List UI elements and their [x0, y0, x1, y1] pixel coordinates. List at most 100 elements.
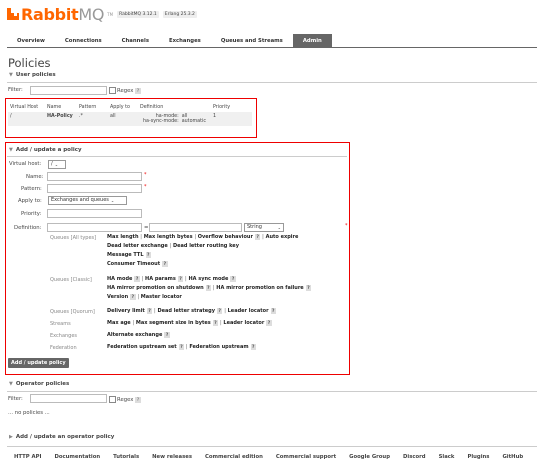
key-federation-upstream-set[interactable]: Federation upstream set [107, 344, 177, 350]
erlang-version: Erlang 25.3.2 [162, 10, 197, 18]
add-policy-header[interactable]: ▼ Add / update a policy [9, 147, 82, 153]
operator-regex-toggle[interactable]: Regex? [109, 396, 141, 403]
apply-to-select[interactable]: Exchanges and queues ⌄ [48, 196, 127, 205]
operator-policies-header[interactable]: ▼ Operator policies [9, 381, 69, 387]
key-overflow-behaviour[interactable]: Overflow behaviour [198, 234, 253, 240]
key-dead-letter-exchange[interactable]: Dead letter exchange [107, 243, 168, 249]
key-dead-letter-routing-key[interactable]: Dead letter routing key [173, 243, 239, 249]
key-version[interactable]: Version [107, 294, 128, 300]
footer-link-discord[interactable]: Discord [403, 454, 426, 460]
key-alternate-exchange[interactable]: Alternate exchange [107, 332, 162, 338]
footer-link-commercial-support[interactable]: Commercial support [276, 454, 336, 460]
help-icon[interactable]: ? [146, 307, 153, 314]
regex-checkbox[interactable] [109, 87, 116, 94]
key-max-length-bytes[interactable]: Max length bytes [144, 234, 193, 240]
key-max-age[interactable]: Max age [107, 320, 131, 326]
footer-link-tutorials[interactable]: Tutorials [113, 454, 139, 460]
help-icon[interactable]: ? [250, 343, 256, 350]
policy-name-input[interactable] [47, 172, 142, 181]
help-icon[interactable]: ? [145, 251, 151, 258]
help-icon[interactable]: ? [205, 284, 212, 291]
key-auto-expire[interactable]: Auto expire [266, 234, 299, 240]
category-streams: Streams [50, 321, 71, 327]
pattern-label: Pattern: [21, 186, 42, 192]
operator-filter-label: Filter: [8, 396, 23, 402]
key-delivery-limit[interactable]: Delivery limit [107, 308, 145, 314]
footer-link-new-releases[interactable]: New releases [152, 454, 192, 460]
key-federation-upstream[interactable]: Federation upstream [189, 344, 248, 350]
key-ha-mirror-promotion-shutdown[interactable]: HA mirror promotion on shutdown [107, 285, 204, 291]
cell-policy-name[interactable]: HA-Policy [45, 112, 77, 126]
help-icon[interactable]: ? [134, 275, 140, 282]
key-master-locator[interactable]: Master locator [141, 294, 182, 300]
help-icon[interactable]: ? [230, 275, 236, 282]
footer-link-http-api[interactable]: HTTP API [14, 454, 41, 460]
help-icon[interactable]: ? [177, 275, 184, 282]
tab-channels[interactable]: Channels [112, 34, 159, 48]
help-icon[interactable]: ? [212, 319, 219, 326]
add-update-policy-button[interactable]: Add / update policy [8, 358, 69, 368]
col-name: Name [47, 105, 62, 110]
key-max-segment-size[interactable]: Max segment size in bytes [136, 320, 211, 326]
help-icon[interactable]: ? [178, 343, 185, 350]
key-ha-mode[interactable]: HA mode [107, 276, 132, 282]
tab-admin[interactable]: Admin [292, 34, 332, 48]
pattern-input[interactable] [47, 184, 142, 193]
footer-link-github[interactable]: GitHub [502, 454, 523, 460]
category-federation: Federation [50, 345, 77, 351]
tab-exchanges[interactable]: Exchanges [159, 34, 211, 48]
help-icon[interactable]: ? [164, 331, 170, 338]
key-ha-sync-mode[interactable]: HA sync mode [188, 276, 228, 282]
regex-checkbox[interactable] [109, 396, 116, 403]
footer-link-commercial-edition[interactable]: Commercial edition [205, 454, 263, 460]
help-icon[interactable]: ? [270, 307, 276, 314]
help-icon[interactable]: ? [162, 260, 168, 267]
tab-queues-and-streams[interactable]: Queues and Streams [211, 34, 293, 48]
virtual-host-select[interactable]: / ⌄ [48, 160, 66, 169]
footer-link-documentation[interactable]: Documentation [54, 454, 100, 460]
key-leader-locator[interactable]: Leader locator [228, 308, 269, 314]
footer-link-slack[interactable]: Slack [439, 454, 455, 460]
keys-federation: Federation upstream set? | Federation up… [107, 343, 256, 350]
priority-input[interactable] [47, 209, 142, 218]
cell-priority: 1 [211, 112, 252, 126]
chevron-down-icon: ⌄ [110, 198, 115, 203]
add-operator-policy-header[interactable]: ▶ Add / update an operator policy [9, 434, 114, 440]
category-queues-quorum: Queues [Quorum] [50, 309, 95, 315]
help-icon[interactable]: ? [217, 307, 223, 314]
divider [7, 446, 537, 447]
help-icon[interactable]: ? [130, 293, 136, 300]
key-max-length[interactable]: Max length [107, 234, 139, 240]
definition-key-input[interactable] [47, 223, 142, 232]
help-icon[interactable]: ? [254, 233, 261, 240]
collapse-arrow-icon: ▼ [9, 72, 13, 78]
help-icon[interactable]: ? [135, 87, 141, 94]
equals-sign: = [144, 225, 149, 231]
user-policies-header[interactable]: ▼ User policies [9, 72, 56, 78]
help-icon[interactable]: ? [305, 284, 312, 291]
keys-queues-quorum: Delivery limit? | Dead letter strategy? … [107, 307, 276, 314]
help-icon[interactable]: ? [135, 396, 141, 403]
filter-input[interactable] [30, 86, 107, 95]
col-definition: Definition [140, 105, 164, 110]
divider [7, 156, 347, 157]
help-icon[interactable]: ? [266, 319, 272, 326]
tab-overview[interactable]: Overview [7, 34, 55, 48]
key-ha-mirror-promotion-failure[interactable]: HA mirror promotion on failure [216, 285, 303, 291]
definition-value-input[interactable] [149, 223, 242, 232]
regex-toggle[interactable]: Regex? [109, 87, 141, 94]
rabbitmq-logo[interactable]: RabbitMQ TM RabbitMQ 3.12.1 Erlang 25.3.… [7, 5, 197, 24]
key-consumer-timeout[interactable]: Consumer Timeout [107, 261, 160, 267]
key-stream-leader-locator[interactable]: Leader locator [223, 320, 264, 326]
key-message-ttl[interactable]: Message TTL [107, 252, 144, 258]
col-virtual-host: Virtual Host [10, 105, 39, 110]
definition-type-select[interactable]: String ⌄ [244, 223, 284, 232]
footer-link-google-group[interactable]: Google Group [349, 454, 390, 460]
footer-link-plugins[interactable]: Plugins [467, 454, 489, 460]
key-ha-params[interactable]: HA params [145, 276, 176, 282]
tab-connections[interactable]: Connections [55, 34, 112, 48]
operator-filter-input[interactable] [30, 394, 107, 403]
table-row[interactable]: / HA-Policy .* all ha-mode: all ha-sync-m… [8, 112, 252, 126]
chevron-down-icon: ⌄ [277, 225, 281, 230]
key-dead-letter-strategy[interactable]: Dead letter strategy [157, 308, 215, 314]
